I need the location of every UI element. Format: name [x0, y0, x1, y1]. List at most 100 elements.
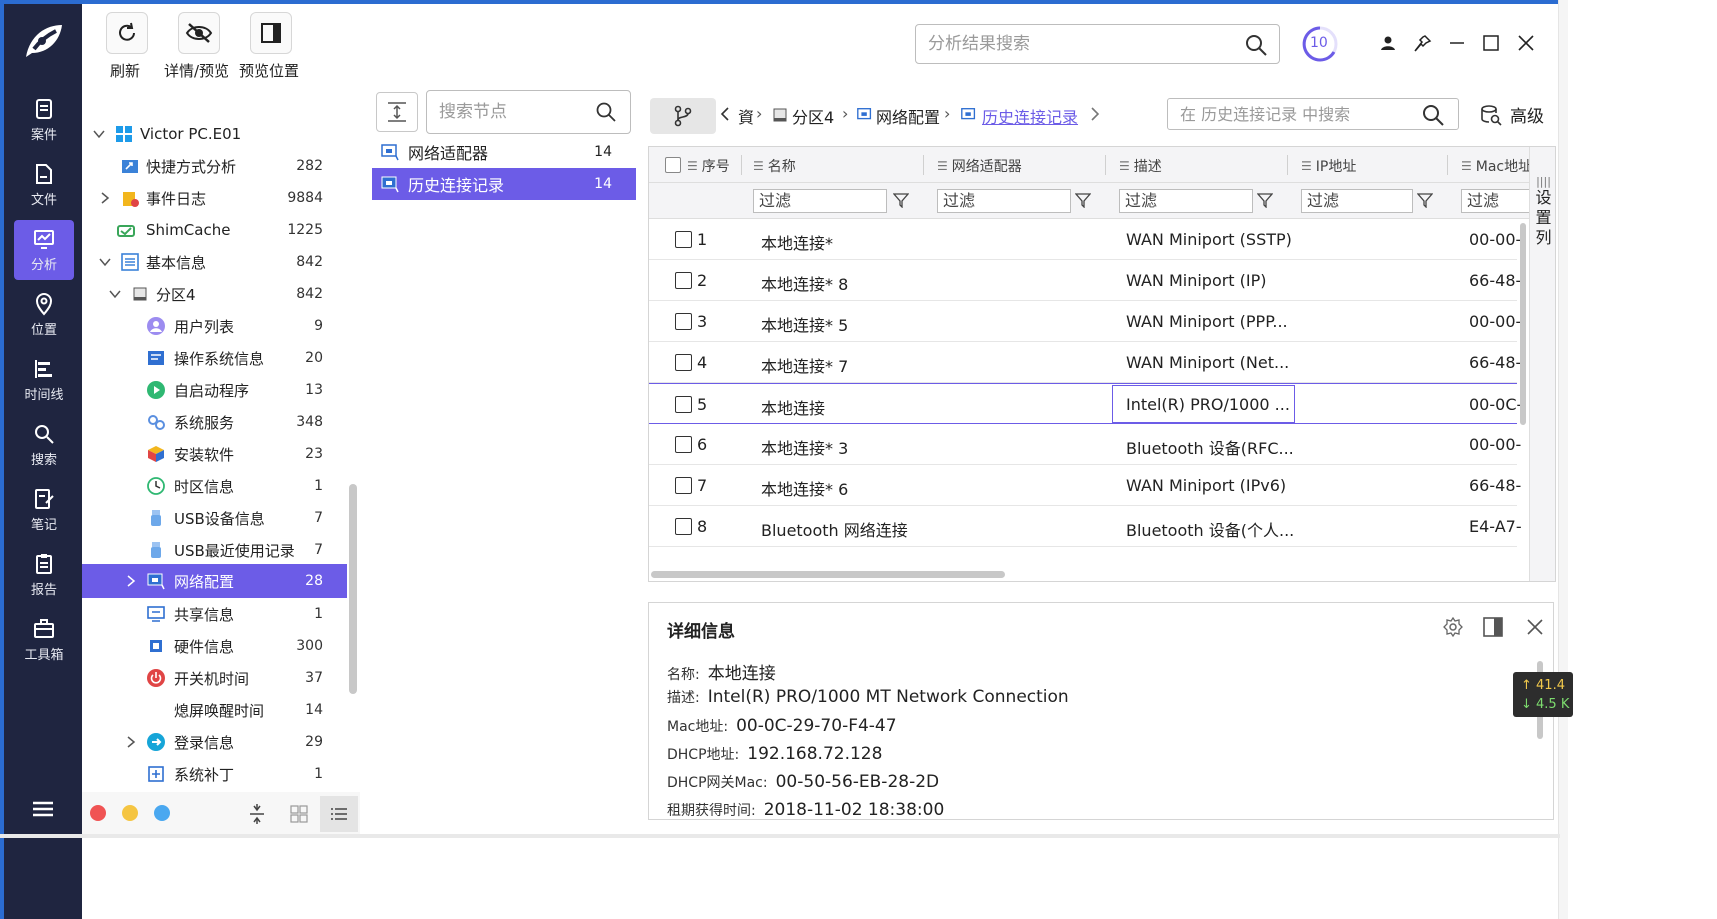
blue-tag-dot[interactable]: [154, 805, 170, 821]
chevron-right-icon[interactable]: [124, 735, 138, 749]
nav-case[interactable]: 案件: [14, 90, 74, 150]
tree-item-user-list[interactable]: 用户列表 9: [82, 310, 347, 342]
filter-ip-input[interactable]: 过滤: [1301, 189, 1413, 213]
breadcrumb-current[interactable]: 历史连接记录: [982, 104, 1078, 128]
filter-icon[interactable]: [1075, 192, 1091, 208]
filter-adapter-input[interactable]: 过滤: [937, 189, 1071, 213]
table-row[interactable]: 8 Bluetooth 网络连接 Bluetooth 设备(个人... E4-A…: [649, 506, 1522, 547]
minimize-icon[interactable]: [1446, 32, 1468, 54]
table-row[interactable]: 6 本地连接* 3 Bluetooth 设备(RFC... 00-00-: [649, 424, 1521, 465]
task-progress-indicator[interactable]: 10: [1300, 24, 1340, 64]
filter-mac-input[interactable]: 过滤: [1461, 189, 1531, 213]
details-preview-button[interactable]: [178, 12, 220, 54]
row-checkbox[interactable]: [675, 518, 692, 535]
tree-item-system-services[interactable]: 系统服务 348: [82, 406, 347, 438]
node-item-network-adapter[interactable]: 网络适配器 14: [372, 136, 636, 168]
search-icon[interactable]: [596, 102, 616, 122]
table-row[interactable]: 3 本地连接* 5 WAN Miniport (PPP... 00-00-: [649, 301, 1521, 342]
table-row[interactable]: 2 本地连接* 8 WAN Miniport (IP) 66-48-: [649, 260, 1521, 301]
filter-desc-input[interactable]: 过滤: [1119, 189, 1253, 213]
tree-item-shortcut-analysis[interactable]: 快捷方式分析 282: [82, 150, 347, 182]
filter-icon[interactable]: [1417, 192, 1433, 208]
row-checkbox[interactable]: [675, 477, 692, 494]
nav-location[interactable]: 位置: [14, 285, 74, 345]
close-icon[interactable]: [1523, 615, 1547, 639]
tree-item-partition4[interactable]: 分区4 842: [82, 278, 347, 310]
refresh-button[interactable]: [106, 12, 148, 54]
preview-position-button[interactable]: [250, 12, 292, 54]
set-columns-button[interactable]: |||| 设 置 列: [1529, 147, 1555, 581]
table-row[interactable]: 7 本地连接* 6 WAN Miniport (IPv6) 66-48-: [649, 465, 1521, 506]
table-horizontal-scrollbar[interactable]: [651, 571, 1005, 578]
tree-item-power-times[interactable]: 开关机时间 37: [82, 662, 347, 694]
row-checkbox[interactable]: [675, 396, 692, 413]
collapse-all-icon[interactable]: [238, 796, 276, 832]
tree-item-usb-recent[interactable]: USB最近使用记录 7: [82, 534, 347, 566]
chevron-right-icon[interactable]: [98, 191, 112, 205]
row-checkbox[interactable]: [675, 272, 692, 289]
tree-item-shimcache[interactable]: ShimCache 1225: [82, 214, 347, 246]
chevron-left-icon[interactable]: [720, 106, 730, 122]
table-row[interactable]: 1 本地连接* WAN Miniport (SSTP) 00-00-: [649, 219, 1521, 260]
list-view-icon[interactable]: [320, 796, 358, 832]
column-header-name[interactable]: ☰ 名称: [753, 156, 796, 176]
search-icon[interactable]: [1422, 104, 1444, 126]
sort-button[interactable]: [376, 92, 418, 132]
column-header-ip[interactable]: ☰ IP地址: [1301, 156, 1356, 176]
panel-toggle-icon[interactable]: [1481, 615, 1505, 639]
close-icon[interactable]: [1515, 32, 1537, 54]
chevron-down-icon[interactable]: [108, 287, 122, 301]
menu-icon[interactable]: [28, 798, 58, 822]
chevron-right-icon[interactable]: [124, 574, 138, 588]
yellow-tag-dot[interactable]: [122, 805, 138, 821]
node-item-connection-history[interactable]: 历史连接记录 14: [372, 168, 636, 200]
chevron-down-icon[interactable]: [98, 255, 112, 269]
breadcrumb-item[interactable]: 分区4: [792, 104, 834, 128]
search-icon[interactable]: [1245, 34, 1267, 56]
maximize-icon[interactable]: [1480, 32, 1502, 54]
table-row[interactable]: 4 本地连接* 7 WAN Miniport (Net... 66-48-: [649, 342, 1521, 383]
tree-item-login-info[interactable]: 登录信息 29: [82, 726, 347, 758]
row-checkbox[interactable]: [675, 231, 692, 248]
table-search-input[interactable]: [1180, 99, 1420, 129]
branch-view-button[interactable]: [650, 98, 716, 134]
tree-item-usb-devices[interactable]: USB设备信息 7: [82, 502, 347, 534]
row-checkbox[interactable]: [675, 313, 692, 330]
tree-item-network-config[interactable]: 网络配置 28: [82, 564, 347, 598]
tree-item-autostart[interactable]: 自启动程序 13: [82, 374, 347, 406]
chevron-right-icon[interactable]: [1090, 106, 1100, 122]
tree-item-os-info[interactable]: 操作系统信息 20: [82, 342, 347, 374]
column-header-adapter[interactable]: ☰ 网络适配器: [937, 156, 1022, 176]
tree-item-system-patch[interactable]: 系统补丁 1: [82, 758, 347, 790]
nav-note[interactable]: 笔记: [14, 480, 74, 540]
filter-icon[interactable]: [1257, 192, 1273, 208]
pin-icon[interactable]: [1412, 32, 1434, 54]
breadcrumb-item[interactable]: 資: [738, 104, 754, 128]
table-vertical-scrollbar[interactable]: [1520, 223, 1526, 425]
red-tag-dot[interactable]: [90, 805, 106, 821]
gear-icon[interactable]: [1441, 615, 1465, 639]
row-checkbox[interactable]: [675, 436, 692, 453]
column-header-mac[interactable]: ☰ Mac地址: [1461, 156, 1532, 176]
nav-analysis[interactable]: 分析: [14, 220, 74, 280]
nav-toolbox[interactable]: 工具箱: [14, 610, 74, 670]
tree-item-timezone[interactable]: 时区信息 1: [82, 470, 347, 502]
tree-item-basic-info[interactable]: 基本信息 842: [82, 246, 347, 278]
node-search-input[interactable]: [439, 91, 589, 133]
node-search-box[interactable]: [426, 90, 631, 134]
nav-report[interactable]: 报告: [14, 545, 74, 605]
filter-icon[interactable]: [893, 192, 909, 208]
advanced-search-button[interactable]: 高级: [1480, 102, 1544, 127]
tree-item-hardware-info[interactable]: 硬件信息 300: [82, 630, 347, 662]
user-icon[interactable]: [1377, 32, 1399, 54]
nav-search[interactable]: 搜索: [14, 415, 74, 475]
chevron-down-icon[interactable]: [92, 127, 106, 141]
table-search-box[interactable]: [1167, 98, 1459, 130]
tree-item-share-info[interactable]: 共享信息 1: [82, 598, 347, 630]
tree-item-installed-software[interactable]: 安装软件 23: [82, 438, 347, 470]
tree-item-event-log[interactable]: 事件日志 9884: [82, 182, 347, 214]
tree-item-screen-wake[interactable]: 熄屏唤醒时间 14: [82, 694, 347, 726]
table-row-selected[interactable]: 5 本地连接 Intel(R) PRO/1000 ... 00-0C-: [649, 383, 1522, 424]
nav-timeline[interactable]: 时间线: [14, 350, 74, 410]
breadcrumb-item[interactable]: 网络配置: [876, 104, 940, 128]
